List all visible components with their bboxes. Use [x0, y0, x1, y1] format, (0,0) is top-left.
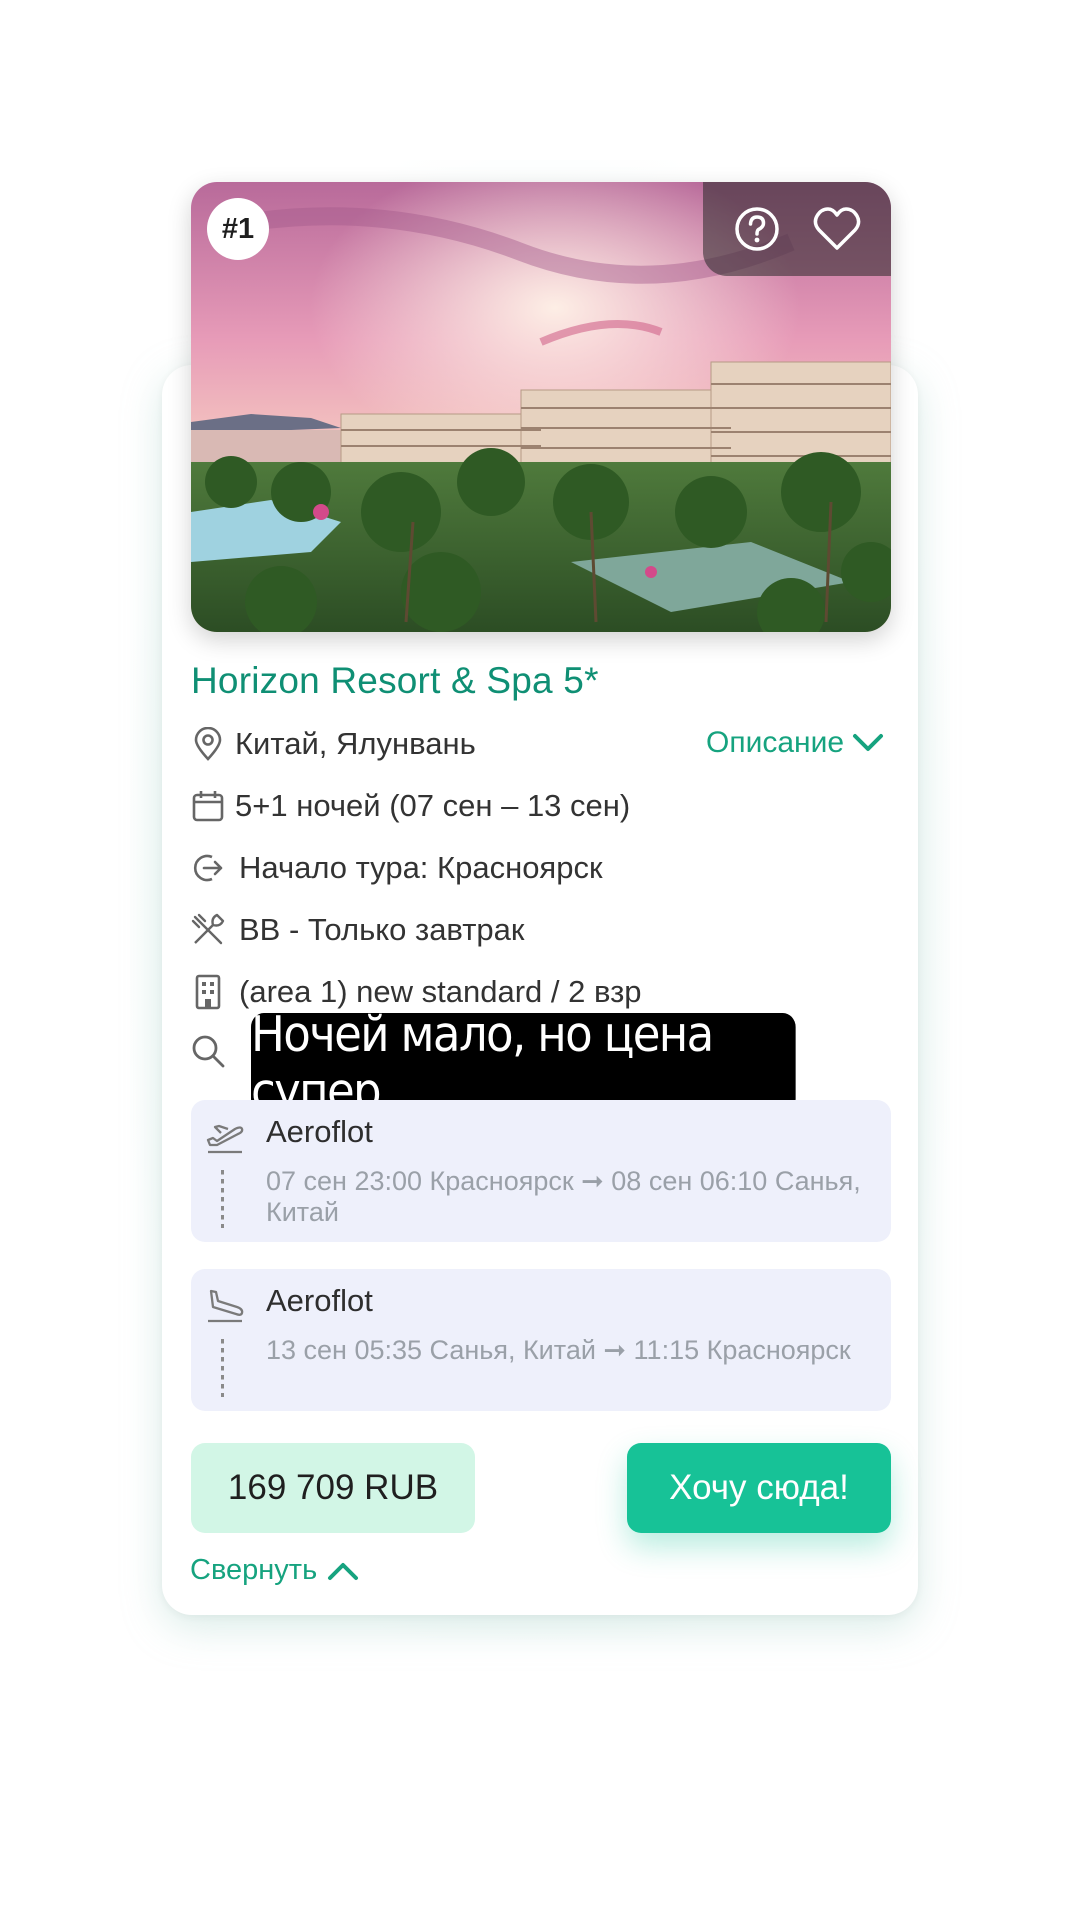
meal-row: BB - Только завтрак — [191, 912, 524, 948]
help-icon[interactable] — [727, 199, 787, 259]
meal-text: BB - Только завтрак — [239, 912, 525, 947]
route-dots — [221, 1170, 224, 1228]
cutlery-icon — [191, 913, 225, 947]
price-badge: 169 709 RUB — [191, 1443, 475, 1533]
departure-arrow-icon — [191, 851, 225, 885]
flight-outbound[interactable]: Aeroflot 07 сен 23:00 Красноярск ➞ 08 се… — [191, 1100, 891, 1242]
flight-route: 07 сен 23:00 Красноярск ➞ 08 сен 06:10 С… — [266, 1166, 861, 1227]
dates-row: 5+1 ночей (07 сен – 13 сен) — [191, 788, 630, 824]
want-here-button[interactable]: Хочу сюда! — [627, 1443, 891, 1533]
plane-takeoff-icon — [205, 1116, 245, 1156]
hero-actions — [703, 182, 891, 276]
tour-start-row: Начало тура: Красноярск — [191, 850, 603, 886]
location-row: Китай, Ялунвань — [191, 726, 476, 762]
search-icon — [191, 1034, 225, 1068]
tour-start-text: Начало тура: Красноярск — [239, 850, 603, 885]
heart-icon[interactable] — [807, 199, 867, 259]
route-dots — [221, 1339, 224, 1397]
airline-name: Aeroflot — [266, 1283, 373, 1318]
flight-route: 13 сен 05:35 Санья, Китай ➞ 11:15 Красно… — [266, 1335, 851, 1365]
chevron-down-icon — [853, 734, 884, 751]
calendar-icon — [191, 789, 225, 823]
room-row: (area 1) new standard / 2 взр — [191, 974, 642, 1010]
collapse-label: Свернуть — [190, 1554, 318, 1586]
plane-landing-icon — [205, 1285, 245, 1325]
hotel-name[interactable]: Horizon Resort & Spa 5* — [191, 660, 599, 702]
description-label: Описание — [706, 726, 845, 759]
description-toggle[interactable]: Описание — [706, 726, 884, 760]
chevron-up-icon — [328, 1562, 359, 1580]
room-text: (area 1) new standard / 2 взр — [239, 974, 642, 1009]
collapse-toggle[interactable]: Свернуть — [190, 1554, 359, 1587]
location-text: Китай, Ялунвань — [235, 726, 476, 761]
map-pin-icon — [191, 727, 225, 761]
search-row — [191, 1034, 235, 1068]
airline-name: Aeroflot — [266, 1114, 373, 1149]
story-caption: Ночей мало, но цена супер — [251, 1006, 796, 1120]
rank-badge: #1 — [207, 198, 269, 260]
dates-text: 5+1 ночей (07 сен – 13 сен) — [235, 788, 631, 823]
flight-return[interactable]: Aeroflot 13 сен 05:35 Санья, Китай ➞ 11:… — [191, 1269, 891, 1411]
building-icon — [191, 974, 225, 1010]
